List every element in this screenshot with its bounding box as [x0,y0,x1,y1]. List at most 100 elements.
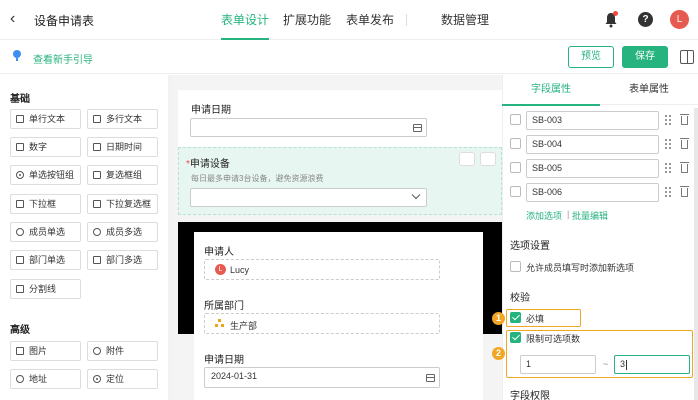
validation-title: 校验 [510,293,530,304]
radio-icon [16,171,24,179]
component-checkbox-group[interactable]: 复选框组 [87,165,158,185]
min-count-input[interactable]: 1 [520,355,596,374]
link-separator: | [567,209,570,219]
right-scrollbar[interactable] [694,108,698,400]
nav-extensions[interactable]: 扩展功能 [283,0,331,40]
field-permission-title: 字段权限 [510,391,550,400]
nav-form-publish[interactable]: 表单发布 [346,0,394,40]
applicant-label: 申请人 [204,247,234,258]
component-department-single[interactable]: 部门单选 [10,250,81,270]
notification-dot [613,11,618,16]
chevron-left-icon[interactable]: ‹ [10,11,15,27]
component-multi-line-text[interactable]: 多行文本 [87,109,158,129]
device-select[interactable] [190,188,427,207]
allow-add-checkbox[interactable] [510,261,521,272]
date-input[interactable] [190,118,427,137]
nav-form-design[interactable]: 表单设计 [221,0,270,40]
tab-form-properties[interactable]: 表单属性 [600,75,698,105]
step-badge-1: 1 [492,312,505,325]
multi-dropdown-icon [93,200,101,208]
component-radio-group[interactable]: 单选按钮组 [10,165,81,185]
drag-handle-icon[interactable] [665,115,671,125]
properties-tabs: 字段属性 表单属性 [502,75,698,106]
guide-link[interactable]: 查看新手引导 [33,51,93,66]
delete-icon[interactable] [480,152,496,166]
dropdown-icon [16,200,24,208]
component-number[interactable]: 数字 [10,137,81,157]
calendar-icon [93,143,101,151]
drag-handle-icon[interactable] [665,187,671,197]
drag-handle-icon[interactable] [665,163,671,173]
component-single-line-text[interactable]: 单行文本 [10,109,81,129]
form-title: 设备申请表 [34,14,95,28]
nav-separator [406,14,407,26]
component-image[interactable]: 图片 [10,341,81,361]
divider-icon [16,285,24,293]
text-icon [16,115,24,123]
allow-add-label: 允许成员填写时添加新选项 [526,263,635,273]
field-label: 申请日期 [191,105,231,116]
attachment-icon [93,347,101,355]
option-input[interactable]: SB-005 [526,159,659,178]
required-checkbox[interactable] [510,312,521,323]
location-pin-icon [16,375,24,383]
trash-icon[interactable] [680,138,689,149]
limit-checkbox[interactable] [510,332,521,343]
limit-label: 限制可选项数 [526,334,581,344]
component-address[interactable]: 地址 [10,369,81,389]
trash-icon[interactable] [680,186,689,197]
component-member-single[interactable]: 成员单选 [10,222,81,242]
org-chart-icon [215,319,225,328]
toolbar: 查看新手引导 预览 保存 [0,40,698,74]
component-dropdown[interactable]: 下拉框 [10,194,81,214]
user-avatar-small: L [215,264,226,275]
departments-icon [93,256,101,264]
batch-edit-link[interactable]: 批量编辑 [572,209,608,222]
tab-field-properties[interactable]: 字段属性 [502,75,600,106]
option-checkbox[interactable] [510,114,521,125]
component-datetime[interactable]: 日期时间 [87,137,158,157]
option-input[interactable]: SB-003 [526,111,659,130]
user-avatar[interactable]: L [670,10,689,29]
range-tilde: ~ [603,359,609,369]
component-location[interactable]: 定位 [87,369,158,389]
date-label: 申请日期 [204,355,244,366]
trash-icon[interactable] [680,114,689,125]
component-divider[interactable]: 分割线 [10,279,81,299]
option-input[interactable]: SB-006 [526,183,659,202]
option-settings-title: 选项设置 [510,241,550,252]
basic-section-title: 基础 [10,94,30,105]
component-attachment[interactable]: 附件 [87,341,158,361]
date-field[interactable]: 2024-01-31 [204,367,440,388]
component-department-multi[interactable]: 部门多选 [87,250,158,270]
option-checkbox[interactable] [510,138,521,149]
field-label: *申请设备 [186,155,230,170]
trash-icon[interactable] [680,162,689,173]
image-icon [16,347,24,355]
panel-toggle-icon[interactable] [680,50,694,64]
calendar-icon [413,124,422,132]
field-label-text: 申请设备 [189,159,230,170]
max-count-value: 3 [620,359,626,369]
save-button[interactable]: 保存 [622,46,668,68]
help-icon[interactable]: ? [638,12,653,27]
drag-handle-icon[interactable] [665,139,671,149]
copy-icon[interactable] [459,152,475,166]
component-member-multi[interactable]: 成员多选 [87,222,158,242]
lightbulb-icon [13,50,21,61]
max-count-input[interactable]: 3 [614,355,690,374]
department-value: 生产部 [230,321,258,331]
option-input[interactable]: SB-004 [526,135,659,154]
advanced-section-title: 高级 [10,325,30,336]
checkbox-icon [93,171,101,179]
nav-data-management[interactable]: 数据管理 [441,0,489,40]
preview-button[interactable]: 预览 [568,46,614,68]
date-value: 2024-01-31 [211,371,258,381]
calendar-icon [426,374,435,382]
app-header: ‹ 设备申请表 表单设计 扩展功能 表单发布 数据管理 ? L [0,0,698,40]
option-checkbox[interactable] [510,162,521,173]
option-checkbox[interactable] [510,186,521,197]
add-option-link[interactable]: 添加选项 [526,209,562,222]
component-multi-dropdown[interactable]: 下拉复选框 [87,194,158,214]
field-hint: 每日最多申请3台设备，避免资源浪费 [191,174,324,183]
